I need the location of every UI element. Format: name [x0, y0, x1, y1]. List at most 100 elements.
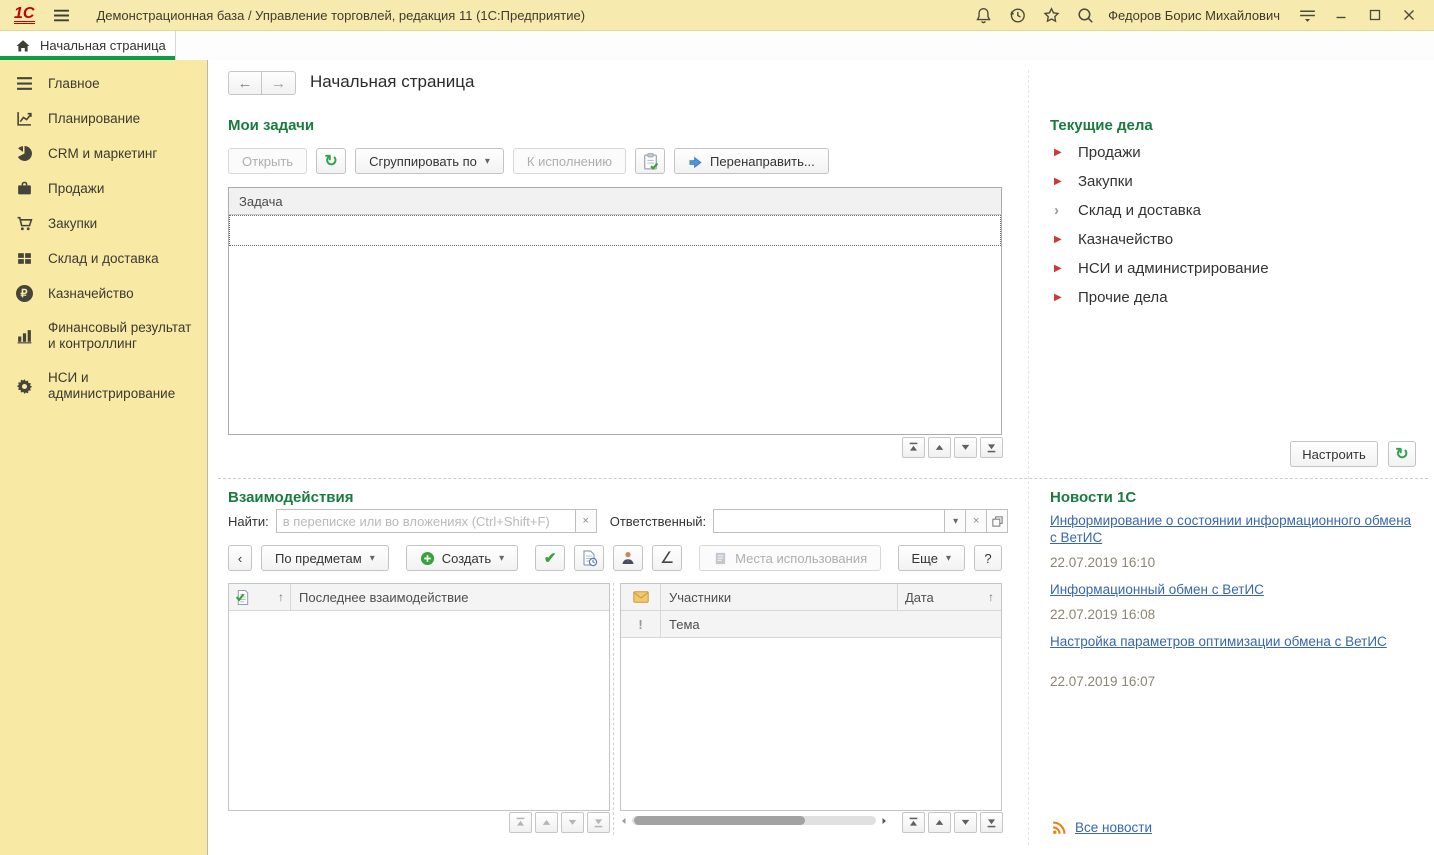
refresh-tasks-button[interactable]: ↻: [316, 148, 346, 174]
current-user[interactable]: Федоров Борис Михайлович: [1108, 8, 1280, 23]
back-button[interactable]: ←: [228, 71, 262, 95]
forward-button[interactable]: →: [262, 71, 296, 95]
notifications-button[interactable]: [972, 4, 994, 26]
sidebar-item-main[interactable]: Главное: [0, 66, 207, 101]
scroll-down-button[interactable]: [954, 812, 977, 833]
sidebar-item-warehouse[interactable]: Склад и доставка: [0, 241, 207, 276]
todo-item-treasury[interactable]: ▶Казначейство: [1054, 225, 1269, 254]
more-button[interactable]: Еще▾: [898, 545, 965, 571]
sidebar-item-treasury[interactable]: ₽ Казначейство: [0, 276, 207, 311]
all-news-link[interactable]: Все новости: [1075, 820, 1152, 835]
scroll-up-button[interactable]: [535, 812, 558, 833]
maximize-button[interactable]: [1358, 3, 1392, 27]
scroll-first-button[interactable]: [902, 812, 925, 833]
global-search-button[interactable]: [1074, 4, 1096, 26]
tab-home[interactable]: Начальная страница: [0, 31, 176, 60]
news-heading: Новости 1С: [1050, 489, 1136, 506]
responsible-person-button[interactable]: [613, 545, 643, 571]
news-date: 22.07.2019 16:10: [1050, 555, 1414, 570]
scroll-last-button[interactable]: [980, 812, 1003, 833]
columns-splitter[interactable]: [1028, 70, 1029, 845]
find-label: Найти:: [228, 514, 269, 529]
create-button[interactable]: Создать▾: [406, 545, 518, 571]
todo-item-other[interactable]: ▶Прочие дела: [1054, 283, 1269, 312]
home-icon: [15, 38, 31, 54]
scrollbar-track[interactable]: [632, 816, 876, 825]
by-subjects-button[interactable]: По предметам▾: [261, 545, 389, 571]
help-button[interactable]: ?: [974, 545, 1002, 571]
to-execute-button[interactable]: К исполнению: [513, 148, 626, 174]
1c-logo: 1С: [14, 7, 35, 24]
subjects-table-header[interactable]: ↑ Последнее взаимодействие: [229, 584, 609, 611]
usage-places-button[interactable]: Места использования: [699, 545, 881, 571]
scrollbar-thumb[interactable]: [634, 816, 805, 825]
responsible-clear-button[interactable]: ×: [966, 509, 987, 533]
redirect-button[interactable]: Перенаправить...: [674, 148, 829, 174]
star-icon: [1042, 6, 1061, 25]
sidebar-item-planning[interactable]: Планирование: [0, 101, 207, 136]
responsible-input[interactable]: [713, 509, 945, 533]
window-title: Демонстрационная база / Управление торго…: [96, 8, 585, 23]
scroll-up-button[interactable]: [928, 437, 951, 458]
todo-heading: Текущие дела: [1050, 117, 1153, 134]
clear-icon: ×: [583, 515, 589, 527]
accept-task-button[interactable]: [635, 148, 665, 174]
tasks-column-header[interactable]: Задача: [229, 188, 1001, 215]
collapse-button[interactable]: ‹: [228, 545, 252, 571]
angle-button[interactable]: ∠: [652, 545, 682, 571]
briefcase-icon: [13, 180, 35, 197]
interactions-toolbar: ‹ По предметам▾ Создать▾ ✔ ∠ Места испол…: [228, 545, 1002, 571]
scroll-up-button[interactable]: [928, 812, 951, 833]
document-clock-icon: [580, 549, 598, 567]
find-input[interactable]: [276, 509, 576, 533]
scroll-right-icon[interactable]: [880, 817, 888, 825]
check-icon: ✔: [544, 549, 557, 567]
scroll-last-button[interactable]: [587, 812, 610, 833]
todo-item-purchases[interactable]: ▶Закупки: [1054, 167, 1269, 196]
scroll-down-button[interactable]: [561, 812, 584, 833]
scroll-first-button[interactable]: [509, 812, 532, 833]
maximize-icon: [1369, 9, 1381, 21]
sidebar-item-crm[interactable]: CRM и маркетинг: [0, 136, 207, 171]
history-button[interactable]: [1006, 4, 1028, 26]
configure-button[interactable]: Настроить: [1290, 441, 1378, 467]
main-menu-button[interactable]: [53, 8, 70, 23]
refresh-icon: ↻: [1395, 444, 1408, 464]
scroll-last-button[interactable]: [980, 437, 1003, 458]
redirect-arrow-icon: [688, 154, 703, 169]
todo-item-sales[interactable]: ▶Продажи: [1054, 138, 1269, 167]
responsible-open-button[interactable]: [987, 509, 1008, 533]
todo-item-warehouse[interactable]: ›Склад и доставка: [1054, 196, 1269, 225]
sidebar-item-finance[interactable]: Финансовый результат и контроллинг: [0, 311, 207, 361]
news-link[interactable]: Информирование о состоянии информационно…: [1050, 512, 1414, 546]
favorites-button[interactable]: [1040, 4, 1062, 26]
date-column: Дата: [905, 590, 934, 605]
tables-splitter[interactable]: [613, 583, 614, 835]
close-button[interactable]: [1392, 3, 1426, 27]
user-menu-button[interactable]: [1296, 4, 1318, 26]
scroll-down-button[interactable]: [954, 437, 977, 458]
task-selected-row[interactable]: [229, 215, 1001, 246]
defer-button[interactable]: [574, 545, 604, 571]
sidebar-item-sales[interactable]: Продажи: [0, 171, 207, 206]
news-link[interactable]: Информационный обмен с ВетИС: [1050, 581, 1414, 598]
refresh-todo-button[interactable]: ↻: [1388, 441, 1416, 467]
sidebar-item-purchases[interactable]: Закупки: [0, 206, 207, 241]
interactions-table-header[interactable]: Участники Дата↑: [621, 584, 1001, 611]
mark-reviewed-button[interactable]: ✔: [535, 545, 565, 571]
todo-list: ▶Продажи ▶Закупки ›Склад и доставка ▶Каз…: [1054, 138, 1269, 312]
menu-lines-icon: [13, 76, 35, 91]
interactions-table-subheader[interactable]: ! Тема: [621, 611, 1001, 638]
open-task-button[interactable]: Открыть: [228, 148, 307, 174]
scroll-first-button[interactable]: [902, 437, 925, 458]
news-link[interactable]: Настройка параметров оптимизации обмена …: [1050, 633, 1414, 650]
scroll-left-icon[interactable]: [620, 817, 628, 825]
minimize-button[interactable]: [1324, 3, 1358, 27]
sidebar-item-nsi[interactable]: НСИ и администрирование: [0, 361, 207, 411]
tabbar: Начальная страница: [0, 31, 1434, 60]
todo-item-nsi[interactable]: ▶НСИ и администрирование: [1054, 254, 1269, 283]
responsible-dropdown-button[interactable]: ▾: [945, 509, 966, 533]
menu-lines-arrow-icon: [1298, 8, 1317, 23]
group-by-button[interactable]: Сгруппировать по▾: [355, 148, 504, 174]
find-clear-button[interactable]: ×: [576, 509, 597, 533]
